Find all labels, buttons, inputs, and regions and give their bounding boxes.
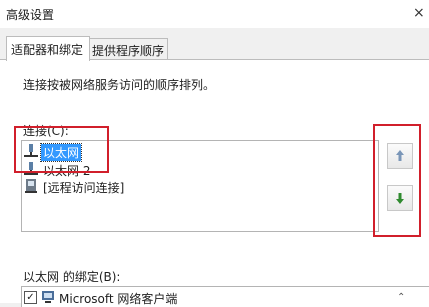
tab-label: 提供程序顺序 (92, 44, 165, 58)
remote-access-icon (25, 179, 37, 193)
connection-label: [远程访问连接] (43, 181, 125, 195)
highlight-box-connections (14, 126, 109, 173)
binding-checkbox[interactable]: ✓ (24, 291, 37, 304)
bindings-label: 以太网 的绑定(B): (23, 270, 121, 284)
tab-provider-order[interactable]: 提供程序顺序 (89, 38, 168, 60)
tab-label: 适配器和绑定 (11, 43, 84, 57)
close-button[interactable]: × (405, 0, 429, 28)
tab-adapters-and-bindings[interactable]: 适配器和绑定 (6, 36, 90, 61)
binding-label: Microsoft 网络客户端 (59, 292, 178, 306)
tree-expand-icon[interactable]: ⌃ (397, 292, 405, 303)
highlight-box-order-buttons (373, 124, 421, 237)
close-icon: × (413, 5, 425, 21)
title-bar (0, 0, 429, 28)
page-description: 连接按被网络服务访问的顺序排列。 (23, 78, 216, 92)
window-title: 高级设置 (6, 8, 55, 22)
